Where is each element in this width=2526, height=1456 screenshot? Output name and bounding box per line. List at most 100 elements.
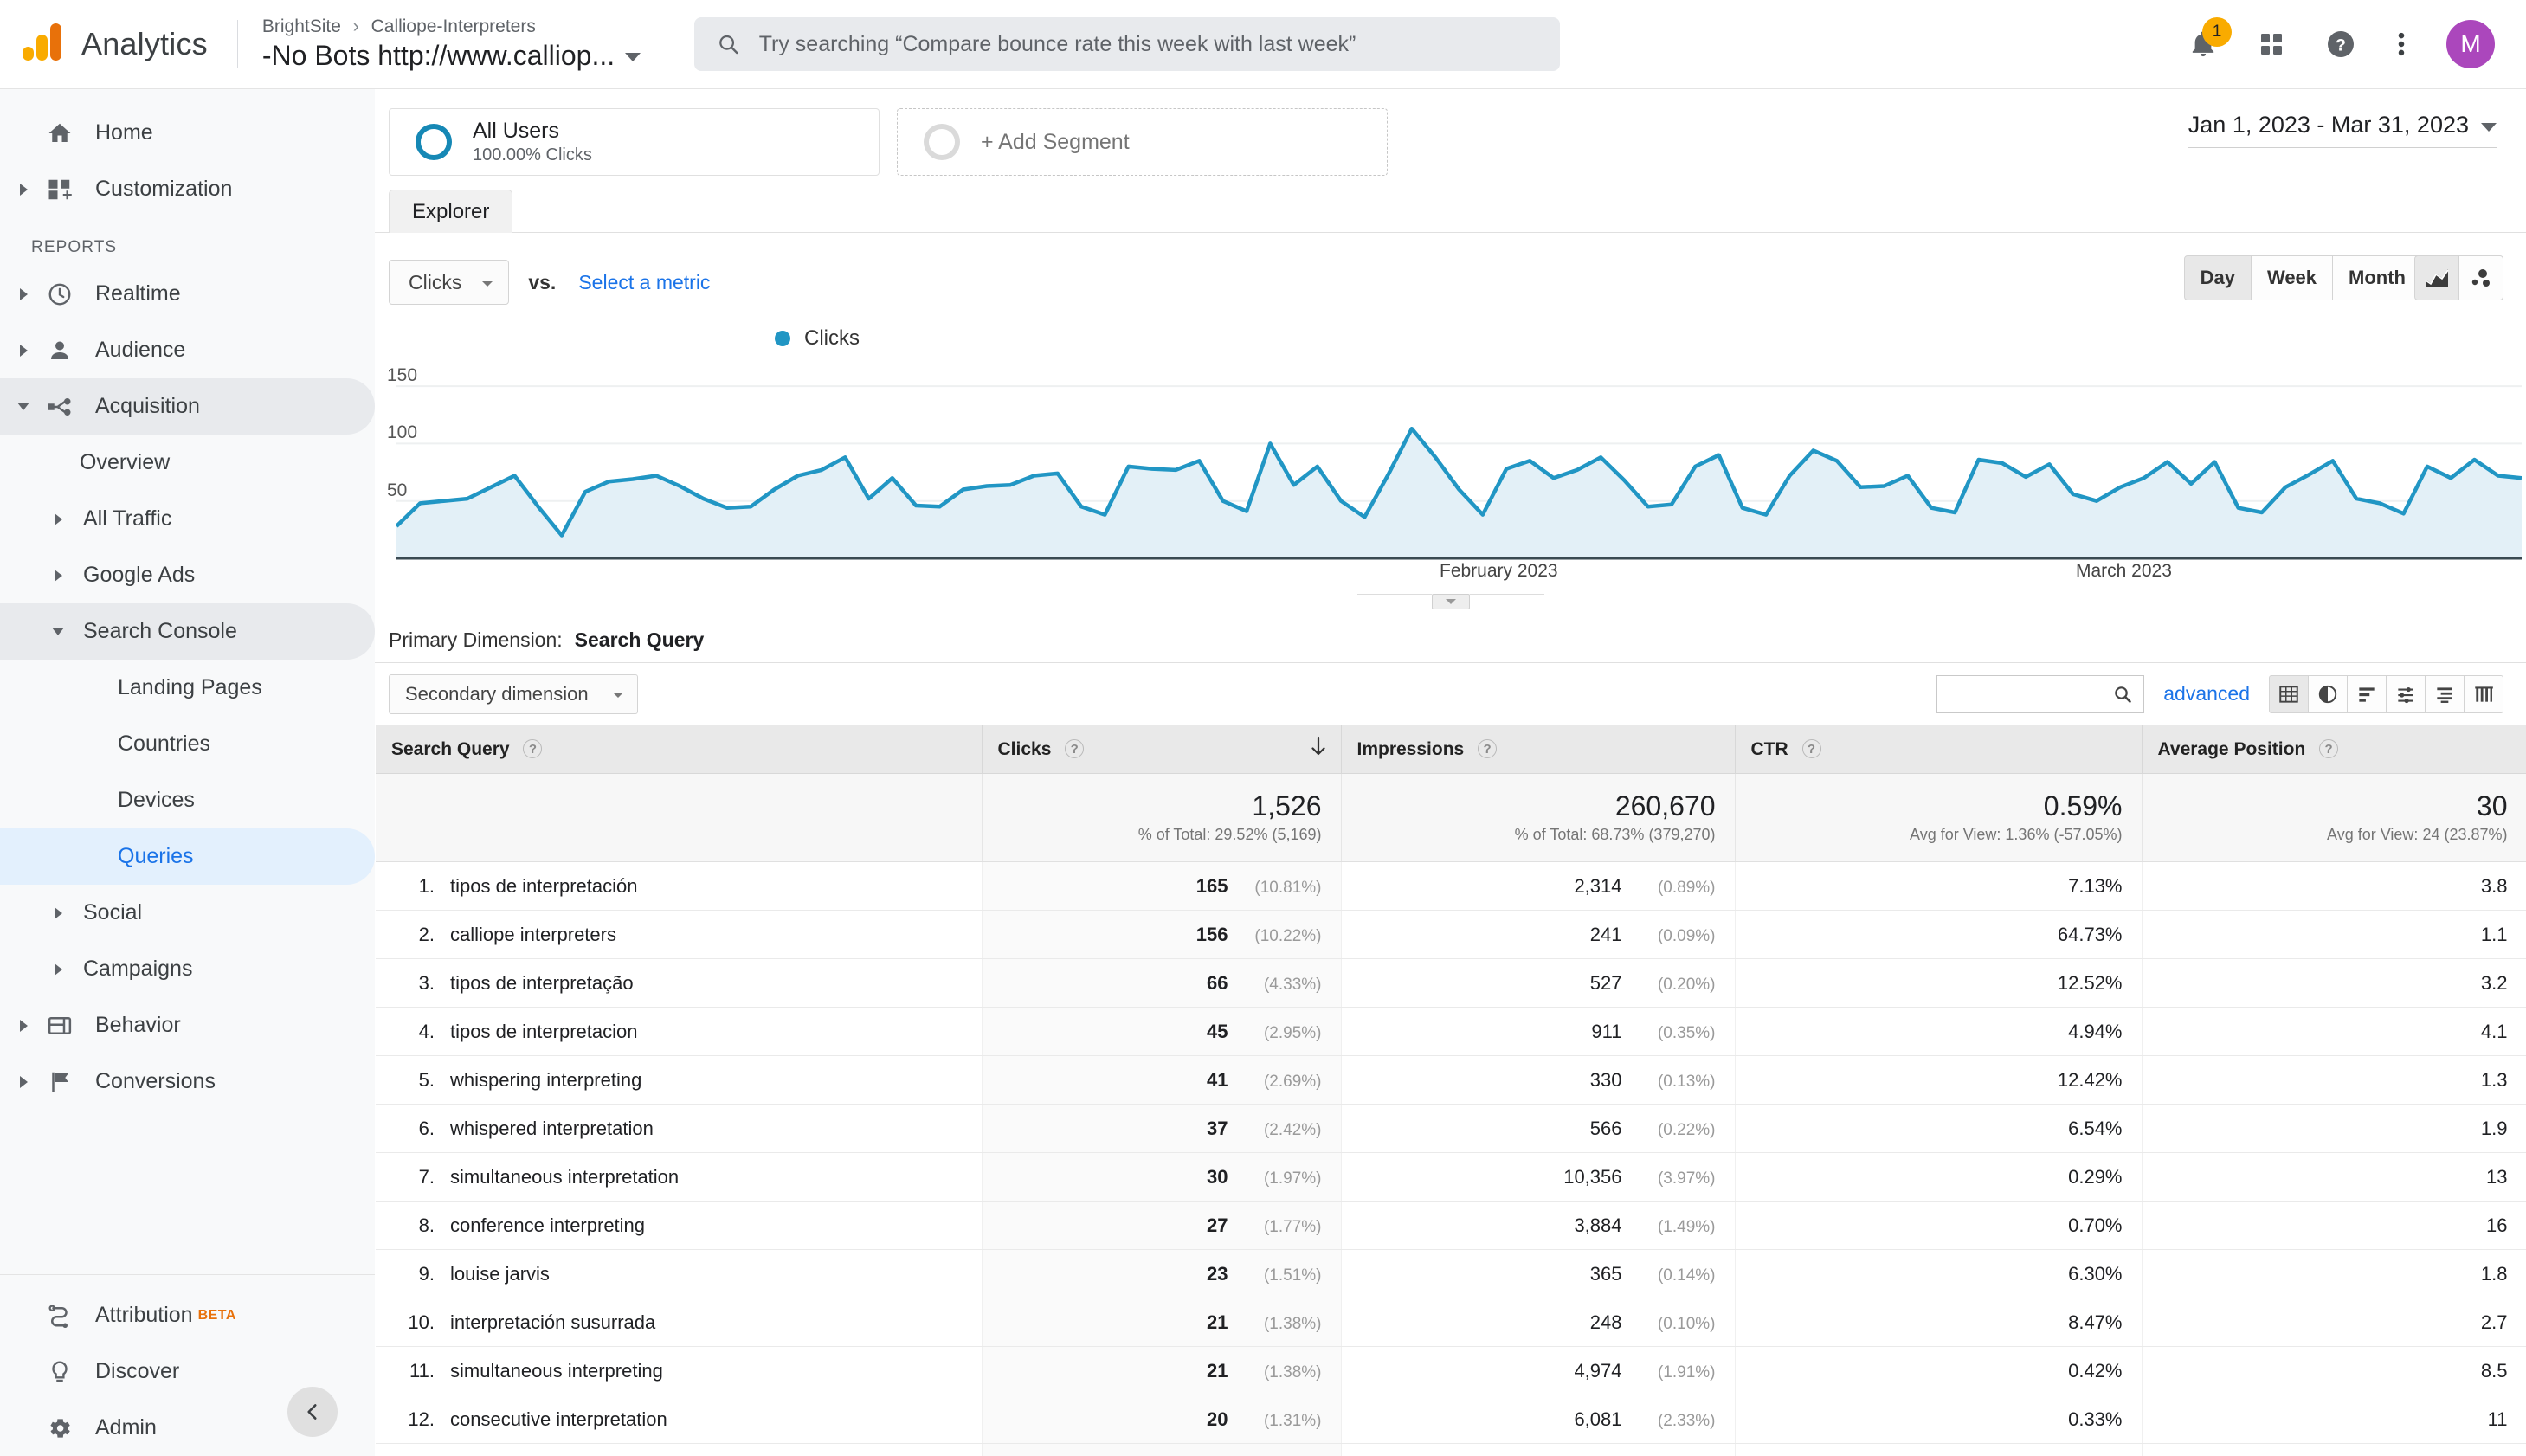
chevron-right-icon[interactable] <box>14 345 33 357</box>
cell-search-query[interactable]: 8.conference interpreting <box>376 1202 982 1250</box>
granularity-day[interactable]: Day <box>2184 255 2252 300</box>
table-row[interactable]: 12.consecutive interpretation20(1.31%)6,… <box>376 1395 2526 1444</box>
cell-search-query[interactable]: 13.interpretacion simultanea <box>376 1444 982 1456</box>
cell-search-query[interactable]: 7.simultaneous interpretation <box>376 1153 982 1202</box>
help-icon[interactable]: ? <box>2319 739 2338 758</box>
chevron-right-icon[interactable] <box>48 570 68 582</box>
row-query-text[interactable]: conference interpreting <box>450 1214 645 1236</box>
chevron-right-icon[interactable] <box>14 288 33 300</box>
table-search-box[interactable] <box>1936 675 2144 713</box>
sidebar-item-social[interactable]: Social <box>0 885 375 941</box>
help-icon[interactable]: ? <box>1802 739 1821 758</box>
more-options-button[interactable] <box>2396 29 2407 59</box>
sidebar-item-behavior[interactable]: Behavior <box>0 997 375 1053</box>
row-query-text[interactable]: simultaneous interpreting <box>450 1360 663 1382</box>
analytics-logo-icon[interactable] <box>21 26 73 62</box>
row-query-text[interactable]: tipos de interpretación <box>450 875 637 897</box>
chevron-right-icon[interactable] <box>48 907 68 919</box>
row-query-text[interactable]: simultaneous interpretation <box>450 1166 679 1188</box>
avatar[interactable]: M <box>2446 20 2495 68</box>
chevron-right-icon[interactable] <box>14 184 33 196</box>
search-input[interactable] <box>759 32 1537 57</box>
add-segment-button[interactable]: + Add Segment <box>897 108 1388 176</box>
chevron-right-icon[interactable] <box>48 513 68 525</box>
cell-search-query[interactable]: 10.interpretación susurrada <box>376 1298 982 1347</box>
sidebar-item-realtime[interactable]: Realtime <box>0 266 375 322</box>
table-row[interactable]: 3.tipos de interpretação66(4.33%)527(0.2… <box>376 959 2526 1008</box>
motion-chart-button[interactable] <box>2458 255 2503 300</box>
help-icon[interactable]: ? <box>523 739 542 758</box>
notifications-button[interactable]: 1 <box>2188 29 2218 59</box>
select-metric-link[interactable]: Select a metric <box>578 271 710 294</box>
help-button[interactable]: ? <box>2325 29 2356 60</box>
comparison-view-button[interactable] <box>2386 675 2426 713</box>
search-icon[interactable] <box>2112 684 2133 705</box>
pivot-view-button[interactable] <box>2425 675 2465 713</box>
pie-view-button[interactable] <box>2308 675 2348 713</box>
cell-search-query[interactable]: 2.calliope interpreters <box>376 911 982 959</box>
sidebar-item-acquisition[interactable]: Acquisition <box>0 378 375 435</box>
column-header-average-position[interactable]: Average Position ? <box>2142 725 2526 774</box>
sidebar-item-campaigns[interactable]: Campaigns <box>0 941 375 997</box>
granularity-month[interactable]: Month <box>2332 255 2422 300</box>
advanced-link[interactable]: advanced <box>2163 682 2250 705</box>
clicks-area-chart[interactable] <box>396 358 2522 561</box>
table-row[interactable]: 13.interpretacion simultanea17(1.11%)1,6… <box>376 1444 2526 1456</box>
sidebar-item-conversions[interactable]: Conversions <box>0 1053 375 1110</box>
sidebar-item-google-ads[interactable]: Google Ads <box>0 547 375 603</box>
queries-table-wrapper[interactable]: Search Query ? Clicks ? Impressions <box>375 725 2526 1456</box>
table-row[interactable]: 1.tipos de interpretación165(10.81%)2,31… <box>376 862 2526 911</box>
row-query-text[interactable]: whispering interpreting <box>450 1069 641 1091</box>
help-icon[interactable]: ? <box>1065 739 1084 758</box>
chevron-right-icon[interactable] <box>48 963 68 976</box>
column-header-ctr[interactable]: CTR ? <box>1735 725 2142 774</box>
chart-range-handle[interactable] <box>1432 594 1470 609</box>
sidebar-item-devices[interactable]: Devices <box>0 772 375 828</box>
performance-view-button[interactable] <box>2464 675 2503 713</box>
row-query-text[interactable]: whispered interpretation <box>450 1118 654 1139</box>
sidebar-item-home[interactable]: Home <box>0 105 375 161</box>
table-row[interactable]: 10.interpretación susurrada21(1.38%)248(… <box>376 1298 2526 1347</box>
bar-view-button[interactable] <box>2347 675 2387 713</box>
search-box[interactable] <box>694 17 1560 71</box>
chevron-down-icon[interactable] <box>625 53 641 61</box>
sidebar-item-customization[interactable]: Customization <box>0 161 375 217</box>
cell-search-query[interactable]: 11.simultaneous interpreting <box>376 1347 982 1395</box>
row-query-text[interactable]: calliope interpreters <box>450 924 616 945</box>
row-query-text[interactable]: louise jarvis <box>450 1263 550 1285</box>
sidebar-item-overview[interactable]: Overview <box>0 435 375 491</box>
cell-search-query[interactable]: 1.tipos de interpretación <box>376 862 982 911</box>
granularity-week[interactable]: Week <box>2251 255 2333 300</box>
row-query-text[interactable]: tipos de interpretacion <box>450 1021 637 1042</box>
account-selector[interactable]: BrightSite › Calliope-Interpreters -No B… <box>262 16 641 73</box>
property-row[interactable]: -No Bots http://www.calliop... <box>262 38 641 73</box>
sidebar-item-audience[interactable]: Audience <box>0 322 375 378</box>
table-view-button[interactable] <box>2269 675 2309 713</box>
cell-search-query[interactable]: 3.tipos de interpretação <box>376 959 982 1008</box>
table-row[interactable]: 5.whispering interpreting41(2.69%)330(0.… <box>376 1056 2526 1105</box>
column-header-clicks[interactable]: Clicks ? <box>982 725 1341 774</box>
date-range-selector[interactable]: Jan 1, 2023 - Mar 31, 2023 <box>2188 112 2497 148</box>
primary-dimension-value[interactable]: Search Query <box>575 628 705 652</box>
column-header-impressions[interactable]: Impressions ? <box>1341 725 1735 774</box>
secondary-dimension-dropdown[interactable]: Secondary dimension <box>389 674 638 714</box>
cell-search-query[interactable]: 6.whispered interpretation <box>376 1105 982 1153</box>
row-query-text[interactable]: interpretación susurrada <box>450 1311 655 1333</box>
table-row[interactable]: 8.conference interpreting27(1.77%)3,884(… <box>376 1202 2526 1250</box>
sidebar-item-attribution[interactable]: Attribution BETA <box>0 1287 375 1343</box>
chevron-down-icon[interactable] <box>14 403 33 410</box>
chevron-right-icon[interactable] <box>14 1076 33 1088</box>
segment-all-users[interactable]: All Users 100.00% Clicks <box>389 108 880 176</box>
sidebar-item-landing-pages[interactable]: Landing Pages <box>0 660 375 716</box>
row-query-text[interactable]: consecutive interpretation <box>450 1408 667 1430</box>
help-icon[interactable]: ? <box>1478 739 1497 758</box>
tab-explorer[interactable]: Explorer <box>389 190 512 233</box>
table-row[interactable]: 9.louise jarvis23(1.51%)365(0.14%)6.30%1… <box>376 1250 2526 1298</box>
line-chart-button[interactable] <box>2414 255 2459 300</box>
sidebar-collapse-button[interactable] <box>287 1387 338 1437</box>
table-row[interactable]: 11.simultaneous interpreting21(1.38%)4,9… <box>376 1347 2526 1395</box>
apps-button[interactable] <box>2258 30 2285 58</box>
cell-search-query[interactable]: 12.consecutive interpretation <box>376 1395 982 1444</box>
table-row[interactable]: 4.tipos de interpretacion45(2.95%)911(0.… <box>376 1008 2526 1056</box>
sidebar-item-search-console[interactable]: Search Console <box>0 603 375 660</box>
